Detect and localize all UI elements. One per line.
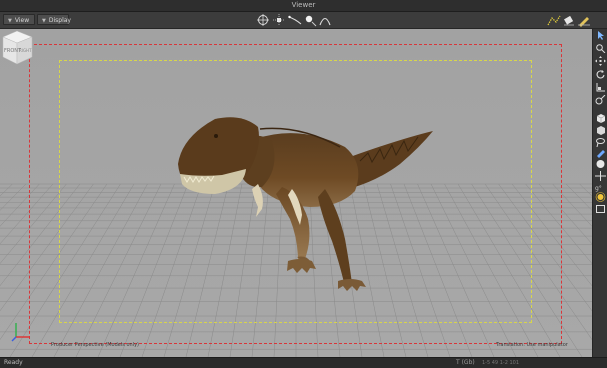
camera-caption: Producer Perspective (Models only) — [51, 342, 139, 348]
light-icon[interactable] — [595, 192, 606, 202]
move-gizmo-icon[interactable] — [272, 13, 286, 27]
manipulator-caption: Translation: Use manipulator — [496, 342, 568, 348]
rotate-gizmo-icon[interactable] — [256, 13, 270, 27]
select-arrow-icon[interactable] — [595, 30, 606, 40]
lasso-icon[interactable] — [595, 137, 606, 147]
point-tool-icon[interactable] — [303, 13, 317, 27]
pivot-icon[interactable] — [595, 171, 606, 181]
view-menu-button[interactable]: ▼ View — [3, 14, 35, 25]
eraser-icon[interactable] — [562, 13, 576, 27]
curve-tool-icon[interactable] — [288, 13, 302, 27]
sphere-icon[interactable] — [595, 159, 606, 169]
scale-icon[interactable] — [595, 82, 606, 92]
arc-tool-icon[interactable] — [318, 13, 332, 27]
chevron-down-icon: ▼ — [42, 18, 46, 24]
top-toolbar: ▼ View ▼ Display — [0, 12, 607, 29]
zoom-icon[interactable] — [595, 43, 606, 53]
box-icon[interactable] — [595, 125, 606, 135]
window-title: Viewer — [0, 0, 607, 12]
snap-icon[interactable]: g° — [595, 182, 606, 192]
chevron-down-icon: ▼ — [8, 18, 12, 24]
display-menu-button[interactable]: ▼ Display — [37, 14, 71, 25]
right-toolbar: g° — [592, 29, 607, 357]
display-menu-label: Display — [48, 17, 71, 24]
view-cube[interactable]: FRONT RIGHT — [0, 29, 34, 67]
cube-icon[interactable] — [595, 113, 606, 123]
move-icon[interactable] — [595, 56, 606, 66]
rotate-icon[interactable] — [595, 69, 606, 79]
viewcube-right-label: RIGHT — [19, 48, 32, 53]
3d-viewport[interactable]: FRONT RIGHT Producer Perspective (Models… — [0, 29, 592, 357]
transform-icon[interactable] — [595, 95, 606, 105]
frame-icon[interactable] — [595, 204, 606, 214]
status-bar: Ready T (Gb) 1-5 49 1-2 101 — [0, 357, 607, 368]
path-icon[interactable] — [547, 13, 561, 27]
safe-title-frame — [59, 60, 532, 323]
pen-icon[interactable] — [577, 13, 591, 27]
axis-gizmo-icon — [11, 323, 30, 342]
svg-text:g°: g° — [595, 185, 602, 192]
paint-icon[interactable] — [595, 148, 606, 158]
view-menu-label: View — [14, 17, 30, 24]
